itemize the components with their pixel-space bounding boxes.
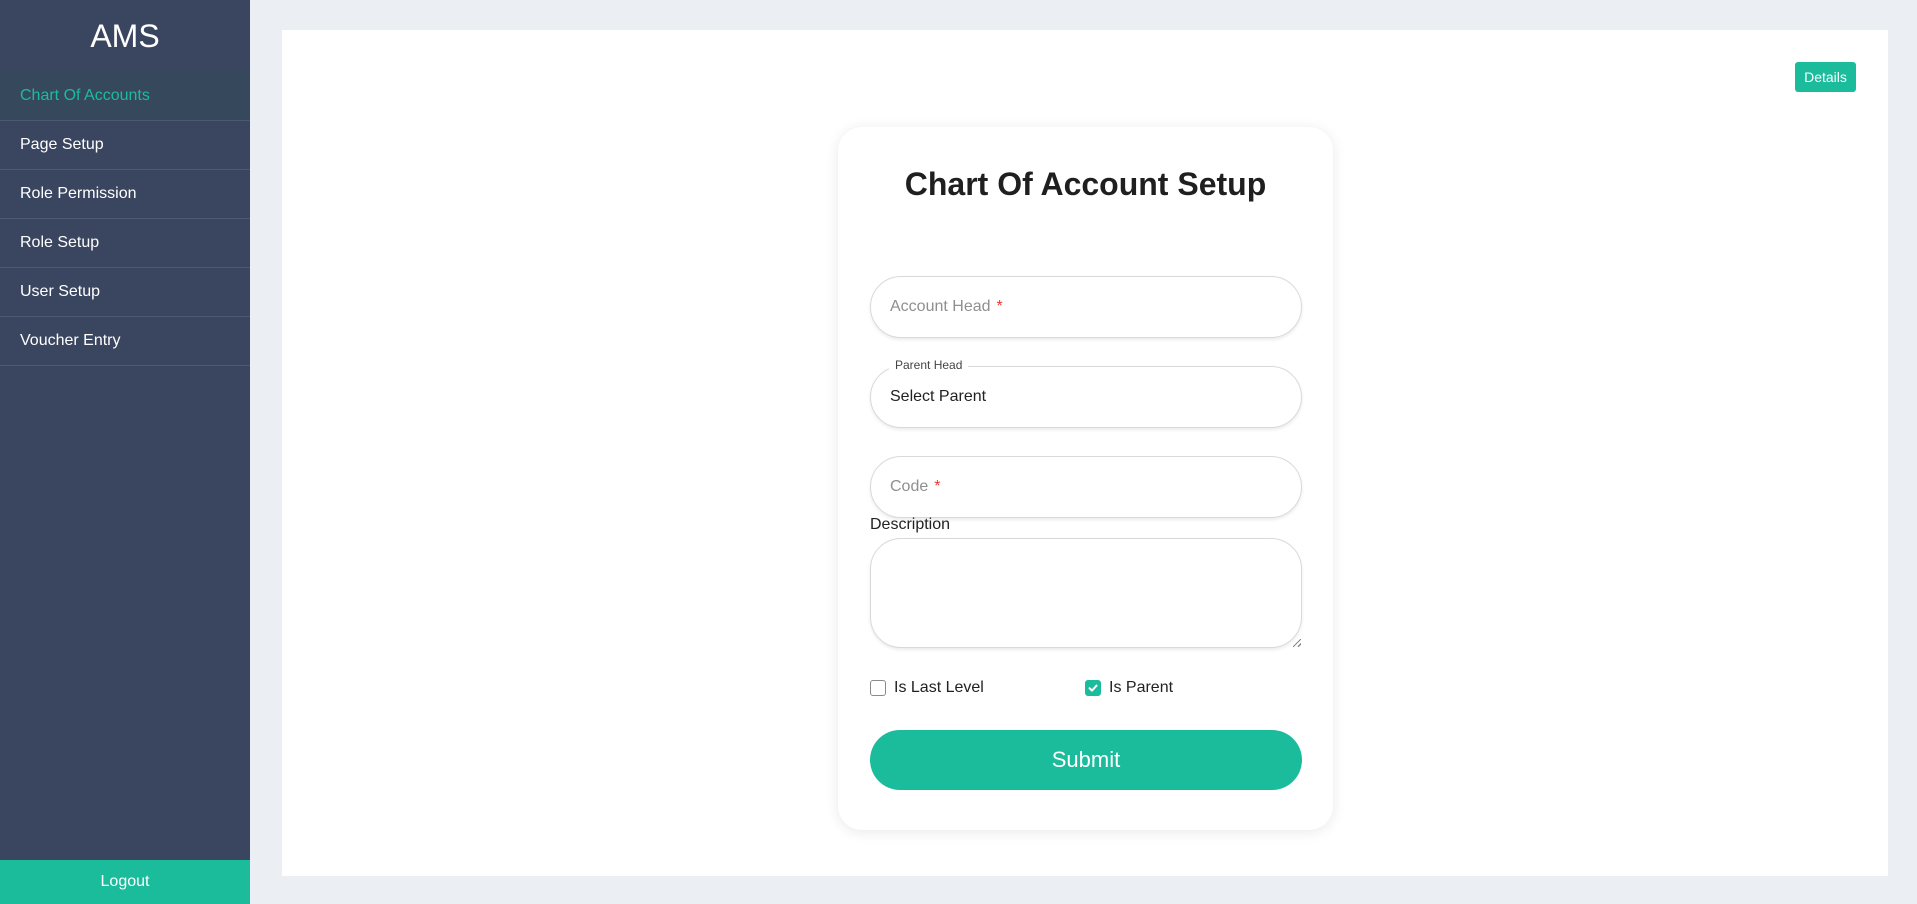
details-button[interactable]: Details xyxy=(1795,62,1856,92)
is-last-level-label: Is Last Level xyxy=(894,679,984,696)
form-title: Chart Of Account Setup xyxy=(904,166,1267,202)
check-icon xyxy=(1088,684,1098,692)
parent-head-label: Parent Head xyxy=(889,358,969,372)
description-textarea[interactable] xyxy=(870,538,1302,648)
app-brand: AMS xyxy=(90,17,160,54)
checkbox-unchecked-icon[interactable] xyxy=(870,680,886,696)
is-last-level-checkbox[interactable]: Is Last Level xyxy=(870,679,984,697)
is-parent-label: Is Parent xyxy=(1109,679,1174,696)
sidebar-item-voucher-entry[interactable]: Voucher Entry xyxy=(0,317,250,366)
resize-grip-icon[interactable] xyxy=(1293,639,1301,647)
logout-button[interactable]: Logout xyxy=(0,860,250,904)
required-marker: * xyxy=(996,298,1003,315)
chart-of-account-form: Chart Of Account Setup Account Head * Pa… xyxy=(838,127,1333,830)
required-marker: * xyxy=(934,478,941,495)
main-content: Details Chart Of Account Setup Account H… xyxy=(282,30,1888,876)
sidebar-item-role-permission[interactable]: Role Permission xyxy=(0,170,250,219)
parent-head-value: Select Parent xyxy=(890,388,987,405)
description-label: Description xyxy=(870,516,951,533)
parent-head-select[interactable]: Parent Head Select Parent xyxy=(870,358,1302,428)
checkbox-checked-icon[interactable] xyxy=(1085,680,1101,696)
sidebar-item-user-setup[interactable]: User Setup xyxy=(0,268,250,317)
is-parent-checkbox[interactable]: Is Parent xyxy=(1085,679,1173,697)
sidebar-item-role-setup[interactable]: Role Setup xyxy=(0,219,250,268)
sidebar-item-page-setup[interactable]: Page Setup xyxy=(0,121,250,170)
sidebar-item-chart-of-accounts[interactable]: Chart Of Accounts xyxy=(0,72,250,121)
code-placeholder: Code xyxy=(890,478,929,495)
code-input[interactable]: Code * xyxy=(870,456,1302,518)
sidebar: AMS Chart Of Accounts Page Setup Role Pe… xyxy=(0,0,250,904)
account-head-input[interactable]: Account Head * xyxy=(870,276,1302,338)
sidebar-nav: Chart Of Accounts Page Setup Role Permis… xyxy=(0,72,250,366)
account-head-placeholder: Account Head xyxy=(890,298,991,315)
submit-button[interactable]: Submit xyxy=(870,730,1302,790)
